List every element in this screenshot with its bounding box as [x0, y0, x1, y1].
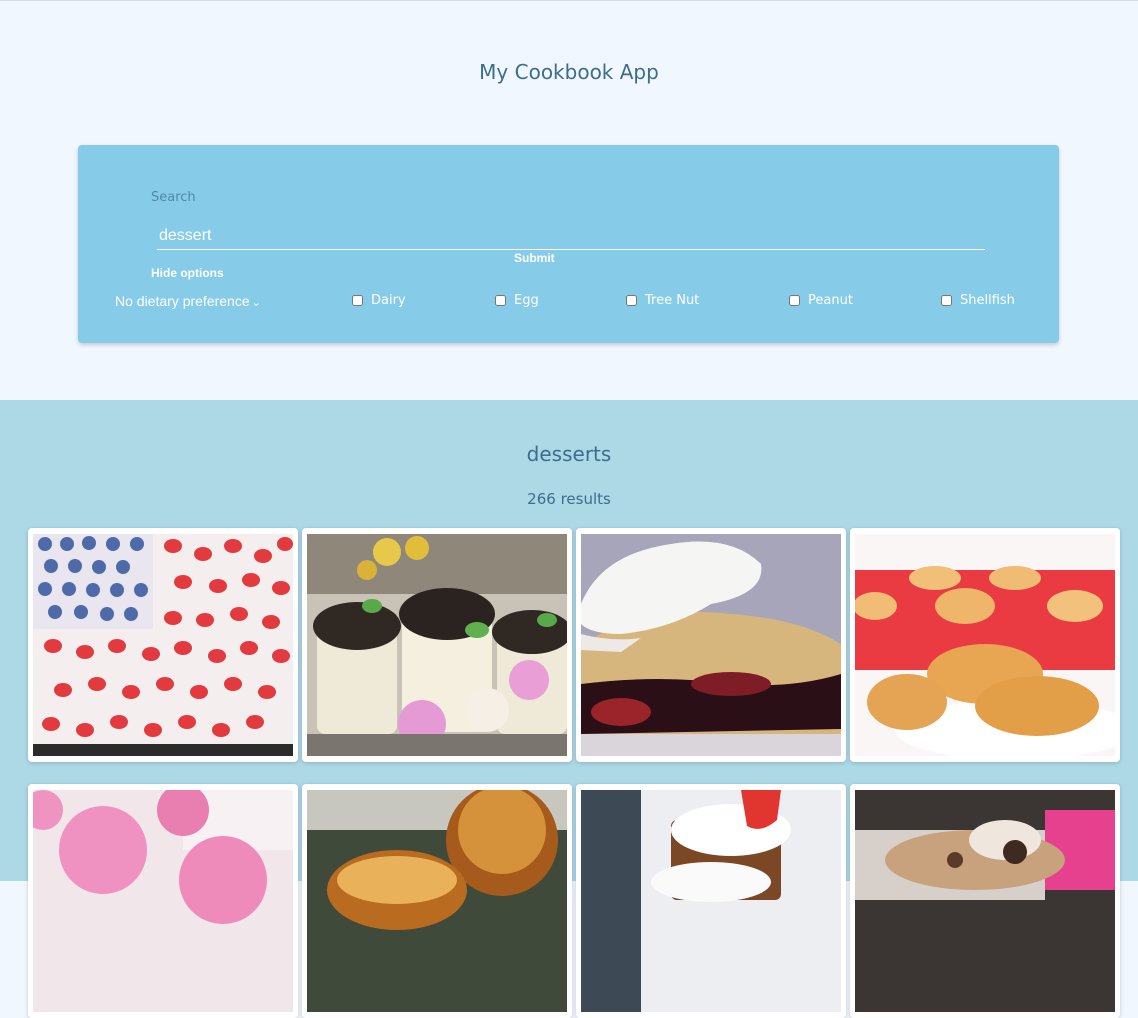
recipe-image: [307, 534, 567, 756]
results-count: 266 results: [527, 490, 611, 508]
recipe-image: [855, 790, 1115, 1012]
allergen-shellfish-checkbox[interactable]: [941, 295, 952, 306]
recipe-card[interactable]: [850, 784, 1120, 1018]
allergen-tree-nut-label: Tree Nut: [645, 293, 700, 308]
recipe-card[interactable]: [28, 528, 298, 762]
recipe-image: [307, 790, 567, 1012]
allergen-tree-nut-checkbox[interactable]: [626, 295, 637, 306]
allergen-peanut-label: Peanut: [808, 293, 853, 308]
allergen-shellfish[interactable]: Shellfish: [941, 293, 1015, 308]
search-panel: Search Submit Hide options No dietary pr…: [78, 145, 1059, 343]
recipe-image: [581, 534, 841, 756]
dietary-preference-value: No dietary preference: [115, 293, 250, 309]
allergen-egg[interactable]: Egg: [495, 293, 539, 308]
allergen-egg-label: Egg: [514, 293, 539, 308]
recipe-image: [33, 534, 293, 756]
recipe-card[interactable]: [850, 528, 1120, 762]
chevron-down-icon: ⌄: [251, 297, 261, 309]
allergen-tree-nut[interactable]: Tree Nut: [626, 293, 699, 308]
allergen-peanut-checkbox[interactable]: [789, 295, 800, 306]
recipe-card[interactable]: [302, 528, 572, 762]
recipe-card[interactable]: [28, 784, 298, 1018]
results-section: desserts 266 results: [0, 400, 1138, 1018]
recipe-card[interactable]: [576, 528, 846, 762]
search-label: Search: [151, 190, 196, 205]
recipe-image: [33, 790, 293, 1012]
recipe-image: [855, 534, 1115, 756]
allergen-dairy-checkbox[interactable]: [352, 295, 363, 306]
recipe-card[interactable]: [302, 784, 572, 1018]
submit-button[interactable]: Submit: [514, 251, 555, 265]
top-divider: [0, 0, 1138, 1]
allergen-peanut[interactable]: Peanut: [789, 293, 853, 308]
allergen-dairy[interactable]: Dairy: [352, 293, 406, 308]
allergen-dairy-label: Dairy: [371, 293, 406, 308]
app-title: My Cookbook App: [479, 60, 659, 84]
dietary-preference-select[interactable]: No dietary preference ⌄: [115, 293, 261, 309]
recipe-image: [581, 790, 841, 1012]
results-title: desserts: [526, 442, 612, 466]
recipe-card[interactable]: [576, 784, 846, 1018]
hide-options-link[interactable]: Hide options: [151, 266, 224, 280]
search-input[interactable]: [157, 223, 985, 250]
allergen-shellfish-label: Shellfish: [960, 293, 1015, 308]
allergen-egg-checkbox[interactable]: [495, 295, 506, 306]
